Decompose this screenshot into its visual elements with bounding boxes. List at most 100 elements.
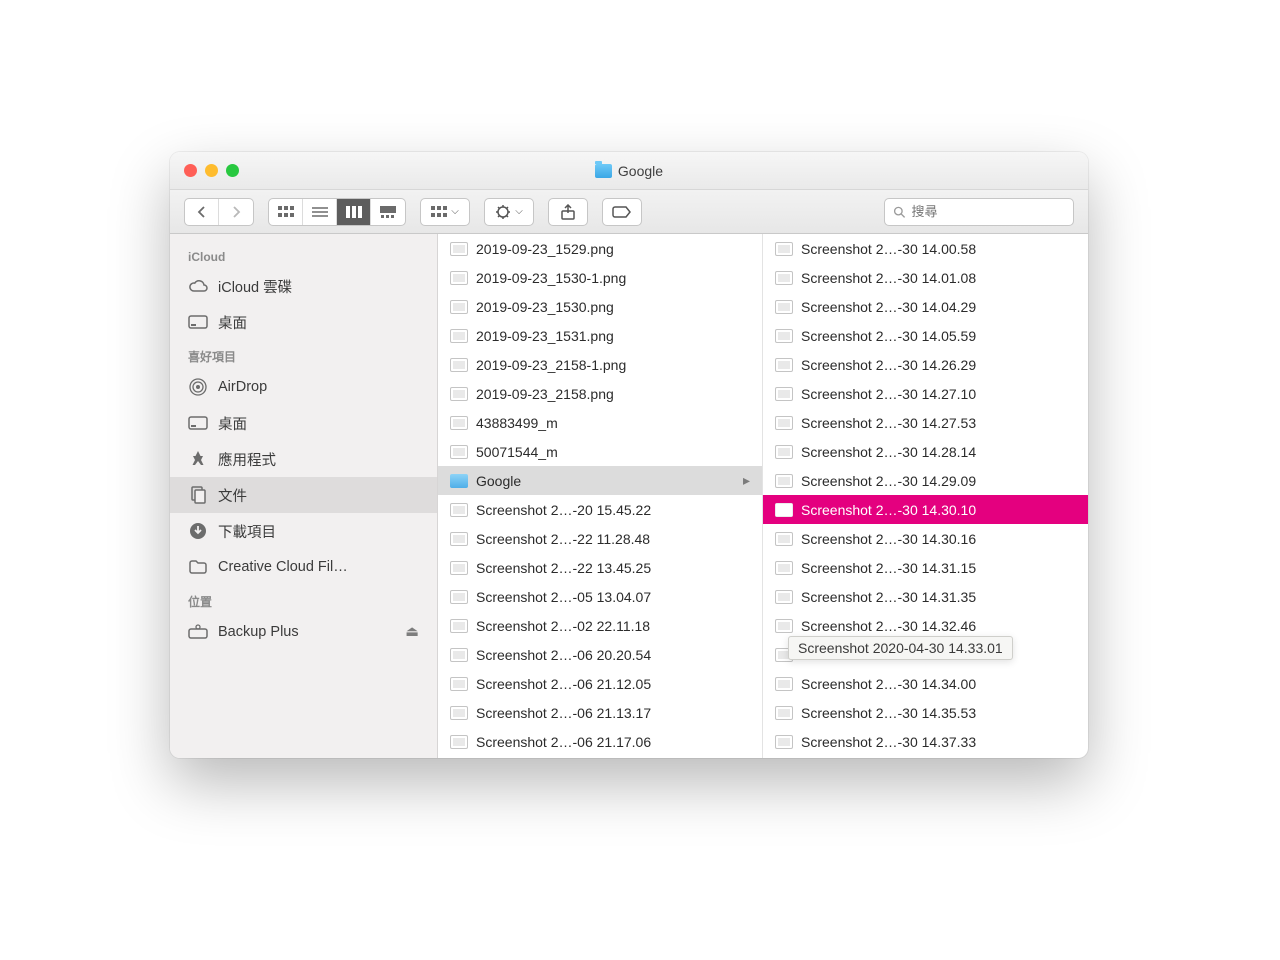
group-button[interactable]: ⌵ (420, 198, 470, 226)
minimize-button[interactable] (205, 164, 218, 177)
airdrop-icon (188, 377, 208, 397)
file-row[interactable]: Screenshot 2…-30 14.29.09 (763, 466, 1088, 495)
file-label: Screenshot 2…-30 14.04.29 (801, 299, 976, 315)
file-row[interactable]: Screenshot 2…-22 11.28.48 (438, 524, 762, 553)
file-row[interactable]: Screenshot 2…-06 20.20.54 (438, 640, 762, 669)
file-row[interactable]: 50071544_m (438, 437, 762, 466)
sidebar-heading: iCloud (170, 242, 437, 268)
downloads-icon (188, 521, 208, 541)
window-title: Google (618, 163, 663, 179)
folder-icon (595, 164, 612, 178)
file-row[interactable]: Screenshot 2…-30 14.34.00 (763, 669, 1088, 698)
file-row[interactable]: Screenshot 2…-20 15.45.22 (438, 495, 762, 524)
file-row[interactable]: 2019-09-23_1529.png (438, 234, 762, 263)
file-row[interactable]: Screenshot 2…-02 22.11.18 (438, 611, 762, 640)
sidebar-item[interactable]: 下載項目 (170, 513, 437, 549)
sidebar-item-label: iCloud 雲碟 (218, 276, 292, 297)
file-row[interactable]: Screenshot 2…-30 14.27.53 (763, 408, 1088, 437)
thumbnail-icon (775, 416, 793, 430)
tags-button[interactable] (602, 198, 642, 226)
file-row[interactable]: 43883499_m (438, 408, 762, 437)
folder-row[interactable]: Google▸ (438, 466, 762, 495)
gallery-view-button[interactable] (371, 199, 405, 225)
file-row[interactable]: 2019-09-23_2158-1.png (438, 350, 762, 379)
share-button[interactable] (548, 198, 588, 226)
file-label: Screenshot 2…-05 13.04.07 (476, 589, 651, 605)
icon-view-button[interactable] (269, 199, 303, 225)
thumbnail-icon (450, 387, 468, 401)
file-row[interactable]: 2019-09-23_1530.png (438, 292, 762, 321)
file-row[interactable]: Screenshot 2…-30 14.05.59 (763, 321, 1088, 350)
file-label: Screenshot 2…-06 21.12.05 (476, 676, 651, 692)
file-row[interactable]: Screenshot 2…-30 14.30.10 (763, 495, 1088, 524)
file-row[interactable]: 2019-09-23_1530-1.png (438, 263, 762, 292)
thumbnail-icon (775, 619, 793, 633)
file-row[interactable]: Screenshot 2…-22 13.45.25 (438, 553, 762, 582)
file-row[interactable]: Screenshot 2…-30 14.35.53 (763, 698, 1088, 727)
file-row[interactable]: Screenshot 2…-30 14.31.35 (763, 582, 1088, 611)
titlebar[interactable]: Google (170, 152, 1088, 190)
sidebar-item-label: Backup Plus (218, 624, 299, 640)
eject-icon[interactable]: ⏏ (405, 624, 419, 640)
file-row[interactable]: 2019-09-23_1531.png (438, 321, 762, 350)
thumbnail-icon (450, 619, 468, 633)
file-label: Screenshot 2…-30 14.32.46 (801, 618, 976, 634)
file-row[interactable]: 2019-09-23_2158.png (438, 379, 762, 408)
thumbnail-icon (450, 735, 468, 749)
documents-icon (188, 485, 208, 505)
file-row[interactable]: Screenshot 2…-30 14.28.14 (763, 437, 1088, 466)
thumbnail-icon (775, 474, 793, 488)
search-input[interactable] (912, 204, 1066, 219)
zoom-button[interactable] (226, 164, 239, 177)
folder-icon (188, 557, 208, 577)
list-view-button[interactable] (303, 199, 337, 225)
file-row[interactable]: Screenshot 2…-05 13.04.07 (438, 582, 762, 611)
thumbnail-icon (775, 329, 793, 343)
file-label: Screenshot 2…-06 20.20.54 (476, 647, 651, 663)
search-field[interactable] (884, 198, 1074, 226)
file-label: Screenshot 2…-30 14.31.15 (801, 560, 976, 576)
thumbnail-icon (450, 503, 468, 517)
file-row[interactable]: Screenshot 2…-30 14.37.33 (763, 727, 1088, 756)
sidebar-item[interactable]: 應用程式 (170, 441, 437, 477)
file-row[interactable]: Screenshot 2…-30 14.00.58 (763, 234, 1088, 263)
sidebar-item[interactable]: iCloud 雲碟 (170, 268, 437, 304)
file-row[interactable]: Screenshot 2…-06 21.17.06 (438, 727, 762, 756)
file-label: Screenshot 2…-06 21.17.06 (476, 734, 651, 750)
file-label: Screenshot 2…-20 15.45.22 (476, 502, 651, 518)
file-row[interactable]: Screenshot 2…-30 14.27.10 (763, 379, 1088, 408)
sidebar-item[interactable]: 桌面 (170, 405, 437, 441)
thumbnail-icon (450, 271, 468, 285)
file-label: Screenshot 2…-30 14.37.33 (801, 734, 976, 750)
file-row[interactable]: Screenshot 2…-30 14.26.29 (763, 350, 1088, 379)
file-row[interactable]: Screenshot 2…-06 21.12.05 (438, 669, 762, 698)
file-row[interactable]: Screenshot 2…-30 14.31.15 (763, 553, 1088, 582)
sidebar-item[interactable]: Backup Plus ⏏ (170, 614, 437, 650)
apps-icon (188, 449, 208, 469)
column-1[interactable]: 2019-09-23_1529.png2019-09-23_1530-1.png… (438, 234, 763, 758)
file-row[interactable]: Screenshot 2…-30 14.30.16 (763, 524, 1088, 553)
file-row[interactable]: Screenshot 2…-06 21.13.17 (438, 698, 762, 727)
back-button[interactable] (185, 199, 219, 225)
file-row[interactable]: Screenshot 2…-30 14.01.08 (763, 263, 1088, 292)
thumbnail-icon (775, 300, 793, 314)
action-button[interactable]: ⌵ (484, 198, 534, 226)
sidebar[interactable]: iCloudiCloud 雲碟桌面喜好項目AirDrop桌面應用程式文件下載項目… (170, 234, 438, 758)
sidebar-item[interactable]: AirDrop (170, 369, 437, 405)
sidebar-item[interactable]: 桌面 (170, 304, 437, 340)
close-button[interactable] (184, 164, 197, 177)
sidebar-item[interactable]: 文件 (170, 477, 437, 513)
column-2[interactable]: Screenshot 2…-30 14.00.58 Screenshot 2…-3… (763, 234, 1088, 758)
column-view-button[interactable] (337, 199, 371, 225)
forward-button[interactable] (219, 199, 253, 225)
view-mode-buttons (268, 198, 406, 226)
thumbnail-icon (450, 648, 468, 662)
file-label: Screenshot 2…-30 14.00.58 (801, 241, 976, 257)
content: iCloudiCloud 雲碟桌面喜好項目AirDrop桌面應用程式文件下載項目… (170, 234, 1088, 758)
thumbnail-icon (775, 445, 793, 459)
file-row[interactable]: Screenshot 2…-30 14.04.29 (763, 292, 1088, 321)
sidebar-item[interactable]: Creative Cloud Fil… (170, 549, 437, 585)
sidebar-item-label: 應用程式 (218, 449, 276, 470)
thumbnail-icon (450, 358, 468, 372)
file-label: Screenshot 2…-02 22.11.18 (476, 618, 650, 634)
